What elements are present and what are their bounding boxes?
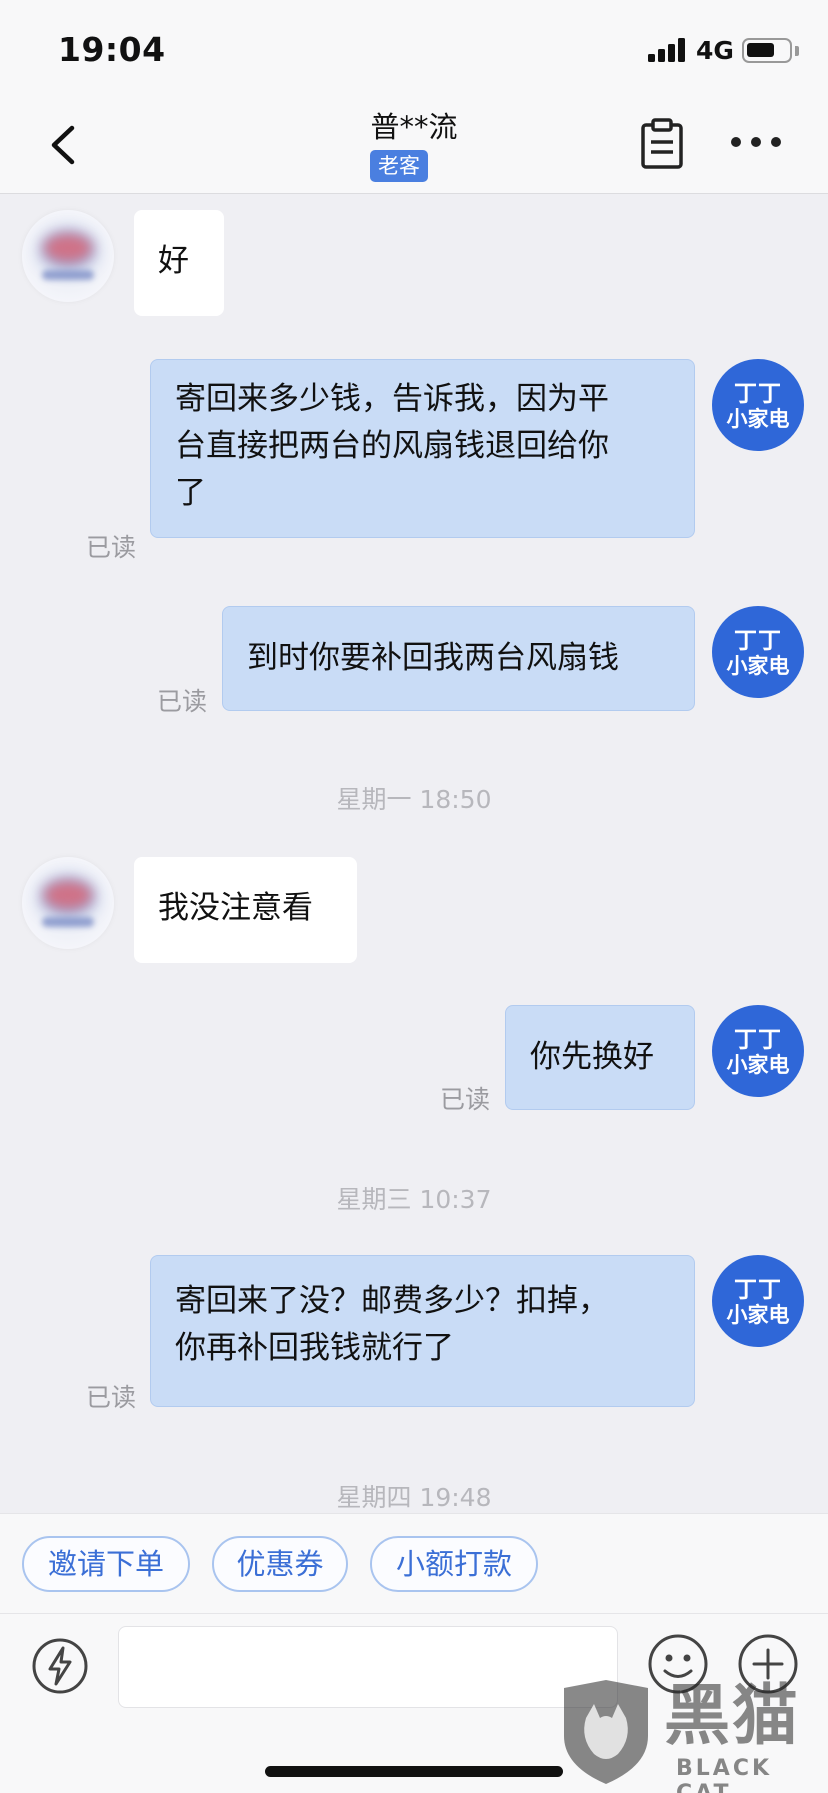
message-line: 了	[175, 475, 206, 511]
quick-reply-coupon[interactable]: 优惠券	[212, 1536, 348, 1592]
time-divider: 星期四 19:48	[336, 1483, 492, 1512]
quick-reply-invite-order[interactable]: 邀请下单	[22, 1536, 190, 1592]
message-bubble-outgoing[interactable]: 你先换好	[505, 1005, 695, 1110]
time-divider: 星期一 18:50	[336, 785, 492, 814]
message-line: 台直接把两台的风扇钱退回给你	[175, 428, 609, 464]
read-receipt: 已读	[440, 1085, 491, 1114]
more-icon[interactable]	[728, 132, 784, 152]
message-bubble-outgoing[interactable]: 寄回来多少钱，告诉我，因为平 台直接把两台的风扇钱退回给你 了	[150, 359, 695, 538]
my-avatar[interactable]: 丁丁 小家电	[712, 1255, 804, 1347]
contact-avatar[interactable]	[22, 210, 114, 302]
message-bubble-outgoing[interactable]: 到时你要补回我两台风扇钱	[222, 606, 695, 711]
my-avatar[interactable]: 丁丁 小家电	[712, 1005, 804, 1097]
flash-icon[interactable]	[30, 1636, 90, 1696]
status-time: 19:04	[58, 30, 166, 69]
notes-icon[interactable]	[638, 118, 686, 170]
message-bubble-outgoing[interactable]: 寄回来了没？邮费多少？扣掉， 你再补回我钱就行了	[150, 1255, 695, 1407]
contact-name: 普**流	[370, 110, 458, 144]
status-bar: 19:04 4G	[0, 0, 828, 96]
quick-reply-small-payment[interactable]: 小额打款	[370, 1536, 538, 1592]
watermark-chinese: 黑猫	[664, 1677, 800, 1754]
battery-icon	[742, 38, 792, 63]
watermark-english: BLACK CAT	[676, 1756, 773, 1793]
read-receipt: 已读	[86, 1383, 137, 1412]
home-indicator[interactable]	[265, 1766, 563, 1777]
my-avatar[interactable]: 丁丁 小家电	[712, 359, 804, 451]
nav-bar: 普**流 老客	[0, 96, 828, 194]
my-avatar[interactable]: 丁丁 小家电	[712, 606, 804, 698]
message-line: 你再补回我钱就行了	[175, 1330, 454, 1366]
time-divider: 星期三 10:37	[336, 1185, 492, 1214]
message-input[interactable]	[118, 1626, 618, 1708]
customer-badge: 老客	[370, 150, 428, 182]
battery-nub	[795, 46, 799, 56]
network-label: 4G	[696, 36, 734, 65]
black-cat-logo-icon	[564, 1680, 648, 1784]
message-line: 寄回来多少钱，告诉我，因为平	[175, 381, 609, 417]
message-bubble-incoming[interactable]: 好	[134, 210, 224, 316]
read-receipt: 已读	[157, 687, 208, 716]
message-bubble-incoming[interactable]: 我没注意看	[134, 857, 357, 963]
read-receipt: 已读	[86, 533, 137, 562]
contact-avatar[interactable]	[22, 857, 114, 949]
chat-area[interactable]: 好 已读 寄回来多少钱，告诉我，因为平 台直接把两台的风扇钱退回给你 了 丁丁 …	[0, 195, 828, 1513]
signal-icon	[648, 38, 686, 62]
message-line: 寄回来了没？邮费多少？扣掉，	[175, 1283, 609, 1319]
quick-reply-bar: 邀请下单 优惠券 小额打款	[0, 1513, 828, 1613]
